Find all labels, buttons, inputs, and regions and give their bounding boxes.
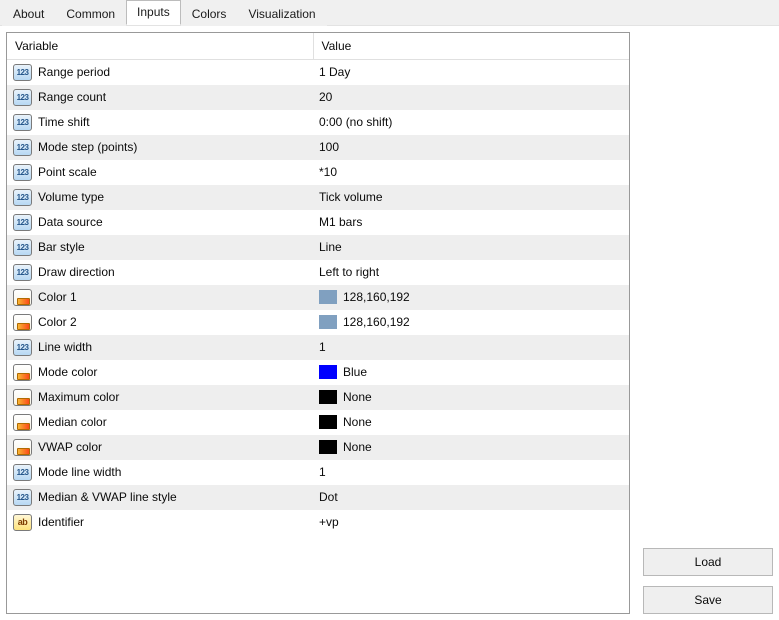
table-row[interactable]: VWAP color None	[7, 435, 629, 460]
number-type-icon	[13, 239, 32, 256]
tab-visualization[interactable]: Visualization	[237, 1, 326, 26]
number-type-icon	[13, 464, 32, 481]
table-row[interactable]: Color 1 128,160,192	[7, 285, 629, 310]
number-type-icon	[13, 164, 32, 181]
variable-name: Point scale	[38, 165, 97, 179]
variable-value[interactable]: *10	[319, 165, 337, 179]
color-swatch	[319, 365, 337, 379]
side-button-column: Load Save	[643, 32, 773, 614]
tab-bar: AboutCommonInputsColorsVisualization	[0, 0, 779, 26]
variable-value[interactable]: 100	[319, 140, 339, 154]
table-row[interactable]: Mode step (points) 100	[7, 135, 629, 160]
color-swatch	[319, 315, 337, 329]
table-row[interactable]: Bar style Line	[7, 235, 629, 260]
number-type-icon	[13, 339, 32, 356]
number-type-icon	[13, 214, 32, 231]
variable-value[interactable]: 0:00 (no shift)	[319, 115, 392, 129]
table-row[interactable]: Volume type Tick volume	[7, 185, 629, 210]
color-swatch	[319, 415, 337, 429]
color-swatch	[319, 440, 337, 454]
palette-icon	[13, 439, 32, 456]
table-row[interactable]: Color 2 128,160,192	[7, 310, 629, 335]
tab-common[interactable]: Common	[55, 1, 126, 26]
variable-name: Data source	[38, 215, 103, 229]
number-type-icon	[13, 139, 32, 156]
variable-value[interactable]: 1	[319, 465, 326, 479]
table-row[interactable]: Time shift 0:00 (no shift)	[7, 110, 629, 135]
variable-value[interactable]: 128,160,192	[343, 290, 410, 304]
variable-name: Mode color	[38, 365, 97, 379]
tab-about[interactable]: About	[2, 1, 55, 26]
variable-name: Median & VWAP line style	[38, 490, 177, 504]
number-type-icon	[13, 64, 32, 81]
variable-name: Volume type	[38, 190, 104, 204]
number-type-icon	[13, 189, 32, 206]
variable-value[interactable]: +vp	[319, 515, 339, 529]
table-row[interactable]: Line width 1	[7, 335, 629, 360]
variable-value[interactable]: 128,160,192	[343, 315, 410, 329]
table-row[interactable]: Range count 20	[7, 85, 629, 110]
table-row[interactable]: Median & VWAP line style Dot	[7, 485, 629, 510]
variable-name: Range count	[38, 90, 106, 104]
variable-value[interactable]: Line	[319, 240, 342, 254]
table-row[interactable]: Draw direction Left to right	[7, 260, 629, 285]
variable-name: Range period	[38, 65, 110, 79]
palette-icon	[13, 389, 32, 406]
variable-name: Color 2	[38, 315, 77, 329]
number-type-icon	[13, 89, 32, 106]
variable-name: Draw direction	[38, 265, 115, 279]
variable-value[interactable]: None	[343, 440, 372, 454]
variable-name: Identifier	[38, 515, 84, 529]
variable-name: Line width	[38, 340, 92, 354]
variable-name: Mode step (points)	[38, 140, 137, 154]
variable-name: Time shift	[38, 115, 90, 129]
save-button[interactable]: Save	[643, 586, 773, 614]
table-row[interactable]: Data source M1 bars	[7, 210, 629, 235]
variable-name: Median color	[38, 415, 107, 429]
variable-name: VWAP color	[38, 440, 102, 454]
variable-value[interactable]: 20	[319, 90, 332, 104]
tab-colors[interactable]: Colors	[181, 1, 238, 26]
table-row[interactable]: Point scale *10	[7, 160, 629, 185]
text-type-icon	[13, 514, 32, 531]
table-row[interactable]: Mode line width 1	[7, 460, 629, 485]
inputs-table: Variable Value Range period 1 Day Range co…	[7, 33, 629, 535]
load-button[interactable]: Load	[643, 548, 773, 576]
column-header-value[interactable]: Value	[313, 33, 629, 60]
column-header-variable[interactable]: Variable	[7, 33, 313, 60]
variable-value[interactable]: Blue	[343, 365, 367, 379]
color-swatch	[319, 290, 337, 304]
variable-value[interactable]: Dot	[319, 490, 338, 504]
variable-name: Color 1	[38, 290, 77, 304]
variable-value[interactable]: M1 bars	[319, 215, 362, 229]
variable-value[interactable]: 1 Day	[319, 65, 350, 79]
table-row[interactable]: Range period 1 Day	[7, 60, 629, 85]
variable-value[interactable]: Tick volume	[319, 190, 383, 204]
variable-name: Mode line width	[38, 465, 121, 479]
variable-value[interactable]: 1	[319, 340, 326, 354]
variable-name: Maximum color	[38, 390, 119, 404]
palette-icon	[13, 289, 32, 306]
inputs-table-header-row: Variable Value	[7, 33, 629, 60]
table-row[interactable]: Maximum color None	[7, 385, 629, 410]
palette-icon	[13, 314, 32, 331]
number-type-icon	[13, 489, 32, 506]
inputs-grid-panel: Variable Value Range period 1 Day Range co…	[6, 32, 630, 614]
variable-name: Bar style	[38, 240, 85, 254]
palette-icon	[13, 414, 32, 431]
variable-value[interactable]: Left to right	[319, 265, 379, 279]
tab-inputs[interactable]: Inputs	[126, 0, 181, 25]
palette-icon	[13, 364, 32, 381]
variable-value[interactable]: None	[343, 390, 372, 404]
table-row[interactable]: Median color None	[7, 410, 629, 435]
table-row[interactable]: Identifier +vp	[7, 510, 629, 535]
content-area: Variable Value Range period 1 Day Range co…	[0, 26, 779, 620]
variable-value[interactable]: None	[343, 415, 372, 429]
table-row[interactable]: Mode color Blue	[7, 360, 629, 385]
number-type-icon	[13, 114, 32, 131]
color-swatch	[319, 390, 337, 404]
number-type-icon	[13, 264, 32, 281]
